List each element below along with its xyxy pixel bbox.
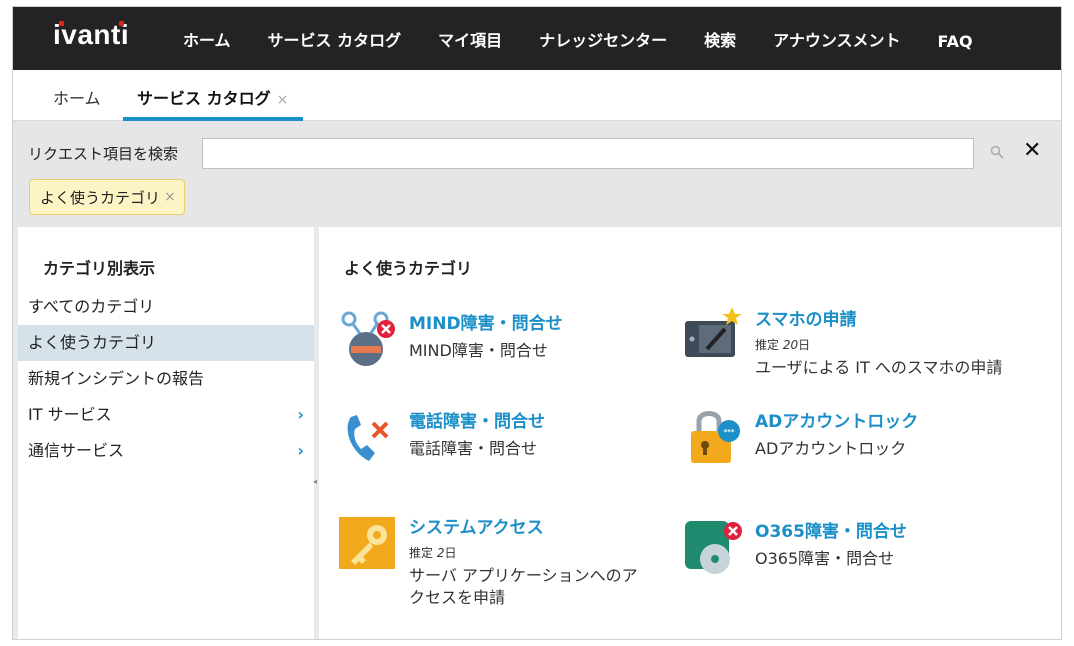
- item-title[interactable]: スマホの申請: [755, 305, 1025, 330]
- catalog-item[interactable]: MIND障害・問合せ MIND障害・問合せ: [339, 309, 659, 379]
- nav-menu: ホーム サービス カタログ マイ項目 ナレッジセンター 検索 アナウンスメント …: [183, 7, 1010, 70]
- catalog-item[interactable]: システムアクセス 推定 2日 サーバ アプリケーションへのアクセスを申請: [339, 513, 659, 623]
- sidebar-item-label: 新規インシデントの報告: [28, 369, 205, 388]
- sidebar-item-label: IT サービス: [28, 405, 112, 424]
- tab-close-icon[interactable]: ×: [277, 92, 289, 108]
- catalog-item[interactable]: 電話障害・問合せ 電話障害・問合せ: [339, 407, 659, 477]
- category-list: すべてのカテゴリ よく使うカテゴリ 新規インシデントの報告 IT サービス › …: [18, 289, 314, 469]
- estimate-unit: 日: [798, 338, 811, 352]
- nav-faq[interactable]: FAQ: [938, 32, 973, 51]
- main-title: よく使うカテゴリ: [344, 259, 473, 278]
- estimate-prefix: 推定: [409, 546, 434, 560]
- catalog-item[interactable]: スマホの申請 推定 20日 ユーザによる IT へのスマホの申請: [685, 305, 1045, 385]
- estimate-unit: 日: [444, 546, 457, 560]
- sidebar-item-communication-services[interactable]: 通信サービス ›: [18, 433, 314, 469]
- ivanti-logo[interactable]: ivanti: [53, 19, 129, 51]
- nav-knowledge-center[interactable]: ナレッジセンター: [539, 27, 667, 51]
- item-description: ADアカウントロック: [755, 439, 907, 458]
- nav-announcements[interactable]: アナウンスメント: [773, 27, 900, 51]
- category-sidebar: カテゴリ別表示 すべてのカテゴリ よく使うカテゴリ 新規インシデントの報告 IT…: [18, 227, 314, 639]
- sidebar-item-label: すべてのカテゴリ: [28, 297, 155, 316]
- search-label: リクエスト項目を検索: [28, 145, 179, 163]
- account-lock-icon: ***: [691, 411, 740, 463]
- top-nav: ivanti ホーム サービス カタログ マイ項目 ナレッジセンター 検索 アナ…: [13, 7, 1061, 70]
- sidebar-item-label: 通信サービス: [28, 441, 125, 460]
- catalog-main: よく使うカテゴリ MIND障害・問合せ MIND障害・問合せ スマホの申請 推定…: [319, 227, 1061, 639]
- item-title[interactable]: 電話障害・問合せ: [409, 407, 679, 432]
- svg-text:***: ***: [724, 428, 735, 436]
- catalog-item[interactable]: O365障害・問合せ O365障害・問合せ: [685, 517, 1045, 587]
- logo-dot-icon: [59, 21, 64, 26]
- catalog-item[interactable]: *** ADアカウントロック ADアカウントロック: [685, 407, 1045, 477]
- app-frame: ivanti ホーム サービス カタログ マイ項目 ナレッジセンター 検索 アナ…: [12, 6, 1062, 640]
- estimate-value: 20: [782, 338, 799, 352]
- item-title[interactable]: MIND障害・問合せ: [409, 309, 679, 334]
- key-icon: [339, 517, 395, 569]
- tab-bar: ホーム サービス カタログ ×: [13, 70, 1061, 121]
- phone-error-icon: [347, 415, 389, 461]
- item-description: O365障害・問合せ: [755, 549, 895, 568]
- splitter-handle[interactable]: ◂: [313, 477, 317, 486]
- chevron-right-icon: ›: [297, 441, 304, 460]
- search-input[interactable]: [202, 138, 974, 169]
- logo-dot-icon: [119, 21, 124, 26]
- clear-search-icon[interactable]: ✕: [1023, 140, 1041, 162]
- sidebar-item-all[interactable]: すべてのカテゴリ: [18, 289, 314, 325]
- search-area: リクエスト項目を検索 ✕ よく使うカテゴリ ×: [13, 121, 1061, 227]
- filter-chip: よく使うカテゴリ ×: [29, 179, 185, 215]
- chip-close-icon[interactable]: ×: [164, 189, 176, 205]
- item-description: 電話障害・問合せ: [409, 439, 538, 458]
- nav-home[interactable]: ホーム: [183, 27, 231, 51]
- logo-text: ivanti: [53, 19, 130, 50]
- tab-home[interactable]: ホーム: [53, 85, 101, 109]
- network-error-icon: [341, 311, 395, 366]
- nav-my-items[interactable]: マイ項目: [438, 27, 502, 51]
- sidebar-item-it-services[interactable]: IT サービス ›: [18, 397, 314, 433]
- item-description: MIND障害・問合せ: [409, 341, 548, 360]
- item-estimate: 推定 2日: [409, 544, 679, 561]
- item-title[interactable]: ADアカウントロック: [755, 407, 1025, 432]
- tab-service-catalog[interactable]: サービス カタログ ×: [137, 85, 288, 109]
- sidebar-item-new-incident[interactable]: 新規インシデントの報告: [18, 361, 314, 397]
- item-estimate: 推定 20日: [755, 336, 1025, 353]
- sidebar-item-label: よく使うカテゴリ: [28, 333, 157, 352]
- nav-service-catalog[interactable]: サービス カタログ: [268, 27, 402, 51]
- estimate-prefix: 推定: [755, 338, 780, 352]
- filter-chip-label: よく使うカテゴリ: [40, 188, 161, 207]
- item-description: サーバ アプリケーションへのアクセスを申請: [409, 566, 638, 607]
- item-title[interactable]: システムアクセス: [409, 513, 679, 538]
- nav-search[interactable]: 検索: [704, 27, 736, 51]
- tab-service-catalog-label: サービス カタログ: [137, 89, 271, 108]
- disk-error-icon: [685, 521, 742, 574]
- chevron-right-icon: ›: [297, 405, 304, 424]
- item-title[interactable]: O365障害・問合せ: [755, 517, 1025, 542]
- sidebar-title: カテゴリ別表示: [43, 259, 156, 278]
- sidebar-item-favorites[interactable]: よく使うカテゴリ: [18, 325, 314, 361]
- item-description: ユーザによる IT へのスマホの申請: [755, 358, 1003, 377]
- tablet-new-icon: [685, 307, 742, 357]
- search-icon[interactable]: [990, 145, 1004, 159]
